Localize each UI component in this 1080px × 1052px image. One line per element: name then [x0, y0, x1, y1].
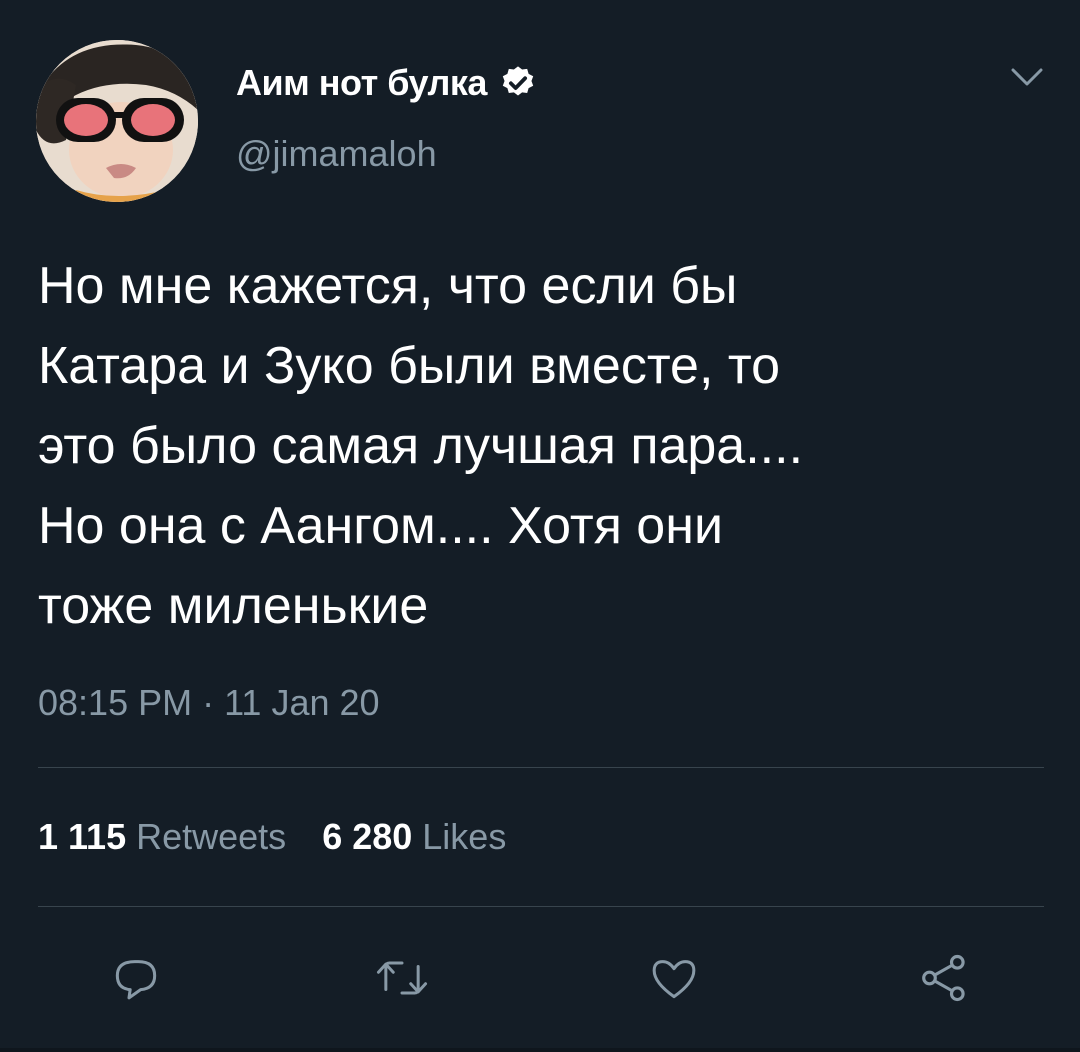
retweets-label: Retweets	[136, 816, 287, 857]
divider	[38, 767, 1044, 768]
heart-icon	[652, 960, 696, 999]
likes-count: 6 280	[322, 816, 413, 857]
retweets-count: 1 115	[38, 816, 127, 857]
divider	[38, 906, 1044, 907]
avatar-image	[36, 40, 198, 202]
retweet-icon	[376, 961, 428, 995]
user-handle[interactable]: @jimamaloh	[236, 133, 437, 175]
reply-button[interactable]	[106, 948, 166, 1008]
share-button[interactable]	[914, 948, 974, 1008]
tweet-timestamp: 08:15 PM · 11 Jan 20	[38, 682, 380, 723]
likes-label: Likes	[422, 816, 507, 857]
display-name[interactable]: Аим нот булка	[236, 62, 537, 104]
retweets-stat[interactable]: 1 115 Retweets	[38, 816, 286, 858]
like-button[interactable]	[644, 948, 704, 1008]
tweet-stats: 1 115 Retweets 6 280 Likes	[38, 816, 506, 858]
bottom-edge	[0, 1048, 1080, 1052]
chevron-down-icon[interactable]	[1010, 64, 1044, 90]
verified-badge-icon	[502, 66, 534, 96]
tweet-detail: Аим нот булка @jimamaloh Но мне кажется,…	[0, 0, 1080, 1052]
reply-icon	[115, 960, 157, 1000]
avatar[interactable]	[36, 40, 198, 202]
tweet-text: Но мне кажется, что если бы Катара и Зук…	[38, 257, 804, 635]
tweet-actions	[0, 948, 1080, 1008]
retweet-button[interactable]	[372, 948, 432, 1008]
share-icon	[922, 954, 965, 1002]
likes-stat[interactable]: 6 280 Likes	[322, 816, 506, 858]
display-name-text: Аим нот булка	[236, 62, 487, 103]
